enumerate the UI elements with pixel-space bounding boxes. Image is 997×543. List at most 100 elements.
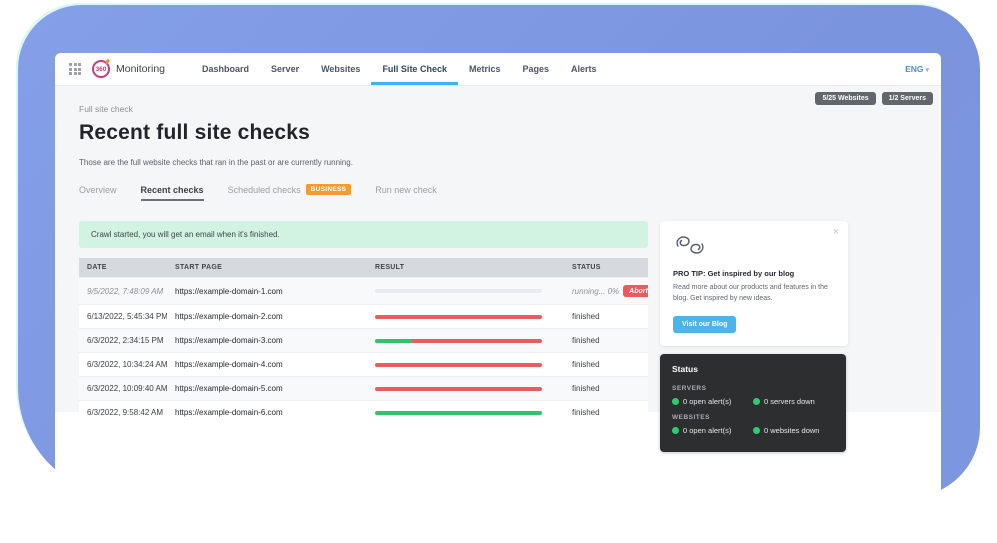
check-result-cell <box>367 308 564 326</box>
progress-bar <box>375 363 542 367</box>
check-status: finished <box>564 353 648 376</box>
progress-bar <box>375 315 542 319</box>
page-subtitle: Those are the full website checks that r… <box>79 158 941 167</box>
check-result-cell <box>367 332 564 350</box>
column-header-result: RESULT <box>367 258 564 277</box>
status-item-text: 0 open alert(s) <box>683 397 731 406</box>
table-row: 9/5/2022, 7:48:09 AMhttps://example-doma… <box>79 277 648 304</box>
status-card: Status SERVERS0 open alert(s)0 servers d… <box>660 354 846 452</box>
nav-item-full-site-check[interactable]: Full Site Check <box>371 53 458 85</box>
status-section-row: 0 open alert(s) 0 websites down <box>672 426 834 435</box>
check-start-page: https://example-domain-6.com <box>167 401 367 424</box>
visit-blog-button[interactable]: Visit our Blog <box>673 316 736 333</box>
status-text: finished <box>572 360 600 369</box>
check-result-cell <box>367 380 564 398</box>
protip-title: PRO TIP: Get inspired by our blog <box>673 269 835 278</box>
check-start-page: https://example-domain-2.com <box>167 305 367 328</box>
tab-bar: Overview Recent checks Scheduled checks BUS… <box>79 184 941 201</box>
progress-segment-green <box>375 339 412 343</box>
status-item: 0 servers down <box>753 397 834 406</box>
check-date: 6/3/2022, 10:09:40 AM <box>79 377 167 400</box>
brand-logo[interactable]: 360 Monitoring <box>92 60 165 78</box>
nav-item-metrics[interactable]: Metrics <box>458 53 512 85</box>
column-header-date: DATE <box>79 258 167 277</box>
green-status-dot <box>672 398 679 405</box>
tab-label: Run new check <box>375 185 437 195</box>
nav-item-websites[interactable]: Websites <box>310 53 371 85</box>
tab-label: Scheduled checks <box>228 185 301 195</box>
logo-360-icon: 360 <box>92 60 110 78</box>
check-status: running... 0% Abort <box>564 278 648 304</box>
business-badge: BUSINESS <box>306 184 352 195</box>
main-column: Crawl started, you will get an email whe… <box>79 221 648 424</box>
tab-recent-checks[interactable]: Recent checks <box>141 185 204 201</box>
status-item-text: 0 websites down <box>764 426 819 435</box>
tab-scheduled-checks[interactable]: Scheduled checks BUSINESS <box>228 184 352 201</box>
status-sections: SERVERS0 open alert(s)0 servers downWEBS… <box>672 385 834 435</box>
plan-badges: 5/25 Websites1/2 Servers <box>815 92 933 105</box>
green-status-dot <box>753 427 760 434</box>
checks-table: DATESTART PAGERESULTSTATUS 9/5/2022, 7:4… <box>79 258 648 424</box>
status-text: finished <box>572 408 600 417</box>
abort-button[interactable]: Abort <box>623 285 648 297</box>
nav-left-group: 360 Monitoring DashboardServerWebsitesFu… <box>69 53 608 85</box>
success-alert: Crawl started, you will get an email whe… <box>79 221 648 248</box>
app-grid-icon[interactable] <box>69 63 81 75</box>
tab-run-new-check[interactable]: Run new check <box>375 185 437 201</box>
brand-name: Monitoring <box>116 63 165 75</box>
progress-bar <box>375 339 542 343</box>
page-content: 5/25 Websites1/2 Servers Full site check… <box>55 86 941 412</box>
check-status: finished <box>564 377 648 400</box>
status-item-text: 0 servers down <box>764 397 815 406</box>
progress-bar <box>375 387 542 391</box>
check-status: finished <box>564 305 648 328</box>
status-item-text: 0 open alert(s) <box>683 426 731 435</box>
breadcrumb: Full site check <box>79 104 941 114</box>
check-result-cell <box>367 404 564 422</box>
top-navbar: 360 Monitoring DashboardServerWebsitesFu… <box>55 53 941 86</box>
progress-segment-red <box>412 339 542 343</box>
nav-item-pages[interactable]: Pages <box>511 53 560 85</box>
status-item: 0 open alert(s) <box>672 397 753 406</box>
tab-label: Overview <box>79 185 117 195</box>
close-icon[interactable]: × <box>833 227 839 238</box>
side-column: × PRO TIP: Get inspired by our blog Read… <box>660 221 848 452</box>
nav-item-dashboard[interactable]: Dashboard <box>191 53 260 85</box>
check-date: 6/3/2022, 2:34:15 PM <box>79 329 167 352</box>
status-item: 0 open alert(s) <box>672 426 753 435</box>
status-text: finished <box>572 384 600 393</box>
protip-body: Read more about our products and feature… <box>673 283 835 304</box>
caret-down-icon: ▾ <box>925 67 929 74</box>
column-header-status: STATUS <box>564 258 648 277</box>
plan-badge-5-25-websites: 5/25 Websites <box>815 92 875 105</box>
progress-bar <box>375 289 542 293</box>
app-window: 360 Monitoring DashboardServerWebsitesFu… <box>55 53 941 500</box>
green-status-dot <box>753 398 760 405</box>
check-start-page: https://example-domain-3.com <box>167 329 367 352</box>
check-date: 9/5/2022, 7:48:09 AM <box>79 280 167 303</box>
check-start-page: https://example-domain-4.com <box>167 353 367 376</box>
green-status-dot <box>672 427 679 434</box>
doodle-hands-icon <box>673 233 835 262</box>
status-text: finished <box>572 312 600 321</box>
table-row: 6/3/2022, 9:58:42 AMhttps://example-doma… <box>79 400 648 424</box>
nav-items: DashboardServerWebsitesFull Site CheckMe… <box>191 53 608 85</box>
nav-item-alerts[interactable]: Alerts <box>560 53 608 85</box>
language-selector[interactable]: ENG▾ <box>905 64 929 74</box>
protip-card: × PRO TIP: Get inspired by our blog Read… <box>660 221 848 346</box>
table-body: 9/5/2022, 7:48:09 AMhttps://example-doma… <box>79 277 648 424</box>
check-date: 6/3/2022, 10:34:24 AM <box>79 353 167 376</box>
status-text: finished <box>572 336 600 345</box>
check-start-page: https://example-domain-5.com <box>167 377 367 400</box>
check-date: 6/13/2022, 5:45:34 PM <box>79 305 167 328</box>
nav-item-server[interactable]: Server <box>260 53 310 85</box>
table-row: 6/3/2022, 10:34:24 AMhttps://example-dom… <box>79 352 648 376</box>
status-section-row: 0 open alert(s) 0 servers down <box>672 397 834 406</box>
page-title: Recent full site checks <box>79 121 941 145</box>
tab-overview[interactable]: Overview <box>79 185 117 201</box>
table-row: 6/3/2022, 2:34:15 PMhttps://example-doma… <box>79 328 648 352</box>
progress-segment-red <box>375 363 542 367</box>
progress-bar <box>375 411 542 415</box>
status-text-running: running... 0% <box>572 287 619 296</box>
progress-segment-green <box>375 411 542 415</box>
